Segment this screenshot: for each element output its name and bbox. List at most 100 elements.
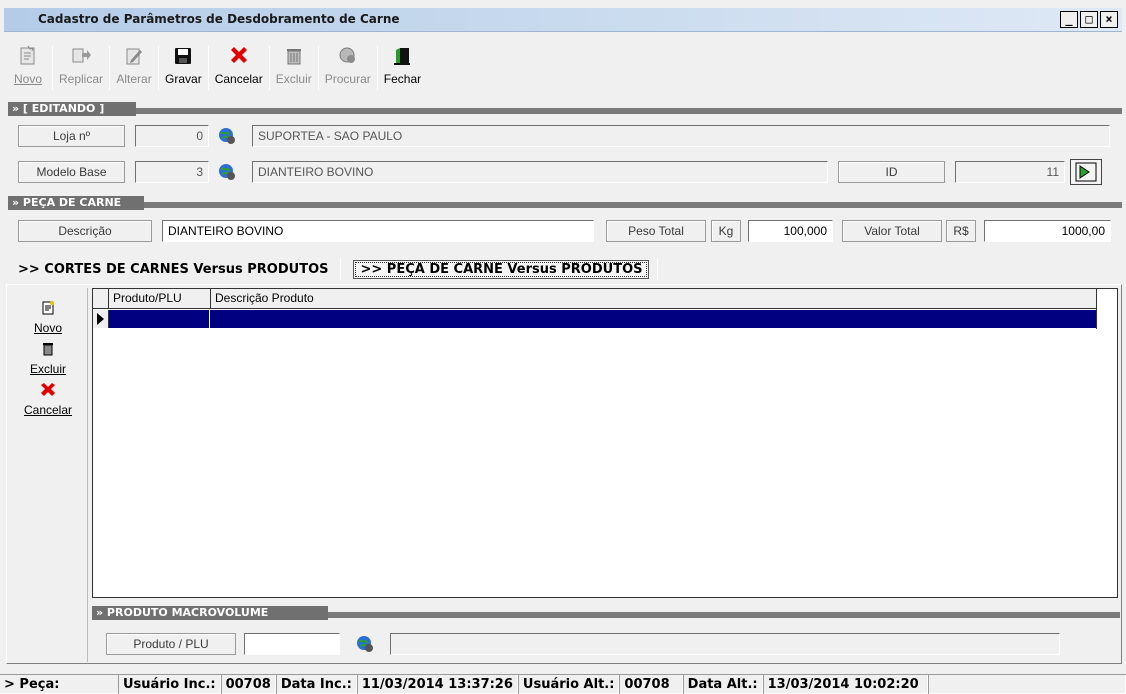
valor-unit-label: R$ [946,220,976,242]
cancel-x-icon [39,382,57,401]
fechar-label: Fechar [383,72,422,86]
cancel-x-icon [228,44,250,68]
id-field: 11 [955,161,1065,183]
novo-button[interactable]: Novo [4,38,52,94]
exit-door-icon [391,44,413,68]
close-button[interactable]: × [1100,11,1118,28]
alterar-button[interactable]: Alterar [110,38,158,94]
loja-label: Loja nº [18,125,125,147]
main-window: Cadastro de Parâmetros de Desdobramento … [0,0,1126,694]
novo-label: Novo [13,72,42,86]
column-header-produto-plu[interactable]: Produto/PLU [109,289,211,308]
produto-plu-label: Produto / PLU [106,633,236,655]
descricao-input[interactable]: DIANTEIRO BOVINO [162,220,594,242]
id-label: ID [838,161,945,183]
tab-peca-versus-produtos[interactable]: >> PEÇA DE CARNE Versus PRODUTOS [353,259,650,279]
gravar-label: Gravar [165,72,202,86]
maximize-button[interactable]: □ [1080,11,1098,28]
row-indicator [93,310,109,328]
produto-description-field [390,633,1060,655]
peca-header: » PEÇA DE CARNE [8,196,1122,210]
descricao-label: Descrição [18,220,152,242]
macrovolume-header: » PRODUTO MACROVOLUME [92,606,1120,620]
tab-separator [340,258,342,280]
tab-separator [657,258,659,280]
peso-total-input[interactable]: 100,000 [748,220,833,242]
loja-number-field[interactable]: 0 [135,125,209,147]
editando-header: » [ EDITANDO ] [8,102,1122,116]
minimize-button[interactable]: _ [1060,11,1078,28]
peca-title: » PEÇA DE CARNE [8,196,144,210]
grid-column-edge [1096,289,1097,329]
produto-plu-input[interactable] [244,633,340,655]
grid-sidebar: Novo Excluir Cancelar [8,288,88,662]
section-rule [8,108,1122,114]
grid-header: Produto/PLU Descrição Produto [93,289,1097,309]
status-usuario-inc-value: 00708 [220,674,276,694]
modelo-search-globe-icon[interactable] [218,163,236,181]
modelo-base-label: Modelo Base [18,161,125,183]
save-disk-icon [172,44,194,68]
alterar-label: Alterar [116,72,152,86]
tab-cortes-versus-produtos[interactable]: >> CORTES DE CARNES Versus PRODUTOS [14,262,332,277]
status-data-alt-label: Data Alt.: [682,674,763,694]
loja-name-field: SUPORTEA - SAO PAULO [252,125,1110,147]
toolbar: Novo Replicar Alterar Gravar Cancelar Ex… [4,38,1122,96]
window-controls: _ □ × [1060,11,1118,28]
peso-total-label: Peso Total [606,220,706,242]
status-data-inc-label: Data Inc.: [275,674,357,694]
edit-icon [123,44,145,68]
status-data-alt-value: 13/03/2014 10:02:20 [762,674,928,694]
replicar-button[interactable]: Replicar [53,38,109,94]
trash-icon [283,44,305,68]
status-resize-grip[interactable] [927,674,1126,694]
id-go-button[interactable] [1070,159,1102,185]
procurar-button[interactable]: Procurar [319,38,377,94]
cell-produto-plu[interactable] [109,310,210,328]
excluir-label: Excluir [275,72,312,86]
status-usuario-alt-value: 00708 [619,674,683,694]
sidebar-novo-button[interactable]: Novo [8,300,88,335]
editando-title: » [ EDITANDO ] [8,102,136,116]
cancelar-button[interactable]: Cancelar [209,38,269,94]
procurar-label: Procurar [324,72,371,86]
sidebar-excluir-label: Excluir [29,362,66,376]
produtos-grid[interactable]: Produto/PLU Descrição Produto [92,288,1118,598]
search-globe-icon [337,44,359,68]
tab-strip: >> CORTES DE CARNES Versus PRODUTOS >> P… [14,256,659,282]
sidebar-cancelar-label: Cancelar [23,403,73,417]
window-title: Cadastro de Parâmetros de Desdobramento … [38,12,400,26]
status-bar: > Peça: Usuário Inc.: 00708 Data Inc.: 1… [0,674,1126,694]
sidebar-cancelar-button[interactable]: Cancelar [8,382,88,417]
modelo-base-number-field[interactable]: 3 [135,161,209,183]
replicate-icon [70,44,92,68]
trash-icon [40,341,56,360]
column-header-descricao-produto[interactable]: Descrição Produto [211,289,1097,308]
macrovolume-title: » PRODUTO MACROVOLUME [92,606,328,620]
status-usuario-alt-label: Usuário Alt.: [517,674,620,694]
title-bar: Cadastro de Parâmetros de Desdobramento … [4,8,1122,32]
produto-search-globe-icon[interactable] [356,635,374,653]
peso-unit-label: Kg [711,220,741,242]
gravar-button[interactable]: Gravar [159,38,208,94]
fechar-button[interactable]: Fechar [378,38,427,94]
sidebar-excluir-button[interactable]: Excluir [8,341,88,376]
excluir-button[interactable]: Excluir [270,38,318,94]
new-document-icon [40,300,56,319]
cancelar-label: Cancelar [214,72,263,86]
modelo-base-name-field: DIANTEIRO BOVINO [252,161,828,183]
status-usuario-inc-label: Usuário Inc.: [118,674,221,694]
grid-corner [93,289,109,308]
loja-search-globe-icon[interactable] [218,127,236,145]
table-row[interactable] [93,310,1097,328]
new-document-icon [17,44,39,68]
cell-descricao-produto[interactable] [210,310,1097,328]
arrow-right-icon [1075,162,1097,182]
valor-total-label: Valor Total [842,220,942,242]
status-data-inc-value: 11/03/2014 13:37:26 [356,674,518,694]
replicar-label: Replicar [59,72,104,86]
section-rule [8,202,1122,208]
status-peca: > Peça: [4,676,60,692]
valor-total-input[interactable]: 1000,00 [984,220,1111,242]
sidebar-novo-label: Novo [33,321,62,335]
